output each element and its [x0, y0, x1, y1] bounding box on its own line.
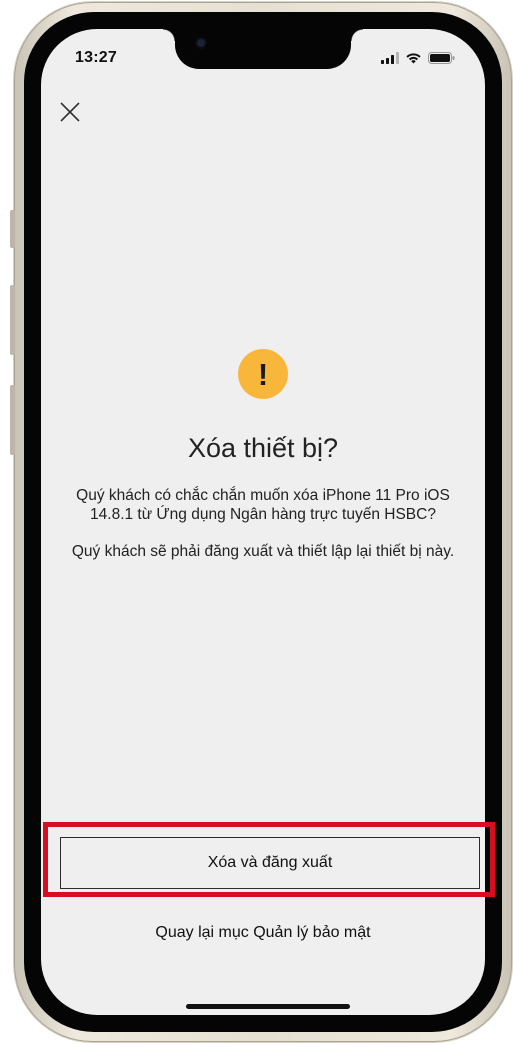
volume-up-button: [10, 285, 15, 355]
device-mockup: 13:27 ! Xóa thiết bị? Quý khách có chắc …: [0, 0, 513, 1045]
camera-icon: [197, 39, 205, 47]
silent-switch: [10, 210, 15, 248]
confirm-question: Quý khách có chắc chắn muốn xóa iPhone 1…: [76, 487, 450, 523]
close-button[interactable]: [57, 99, 83, 125]
back-to-security-link[interactable]: Quay lại mục Quản lý bảo mật: [41, 924, 485, 942]
app-screen: 13:27 ! Xóa thiết bị? Quý khách có chắc …: [41, 29, 485, 1015]
status-icons: [381, 51, 455, 69]
exclamation-glyph: !: [257, 356, 269, 392]
warning-icon: !: [238, 349, 288, 399]
home-indicator: [186, 1004, 350, 1009]
status-time: 13:27: [75, 49, 117, 66]
remove-and-logout-button[interactable]: Xóa và đăng xuất: [60, 837, 480, 889]
volume-down-button: [10, 385, 15, 455]
logout-notice: Quý khách sẽ phải đăng xuất và thiết lập…: [71, 543, 455, 560]
close-icon: [60, 102, 80, 122]
cellular-signal-icon: [381, 51, 399, 69]
dialog-message: Quý khách có chắc chắn muốn xóa iPhone 1…: [71, 486, 455, 579]
wifi-icon: [405, 51, 422, 69]
battery-icon: [428, 51, 455, 69]
notch: [163, 29, 363, 69]
dialog-title: Xóa thiết bị?: [187, 433, 339, 463]
